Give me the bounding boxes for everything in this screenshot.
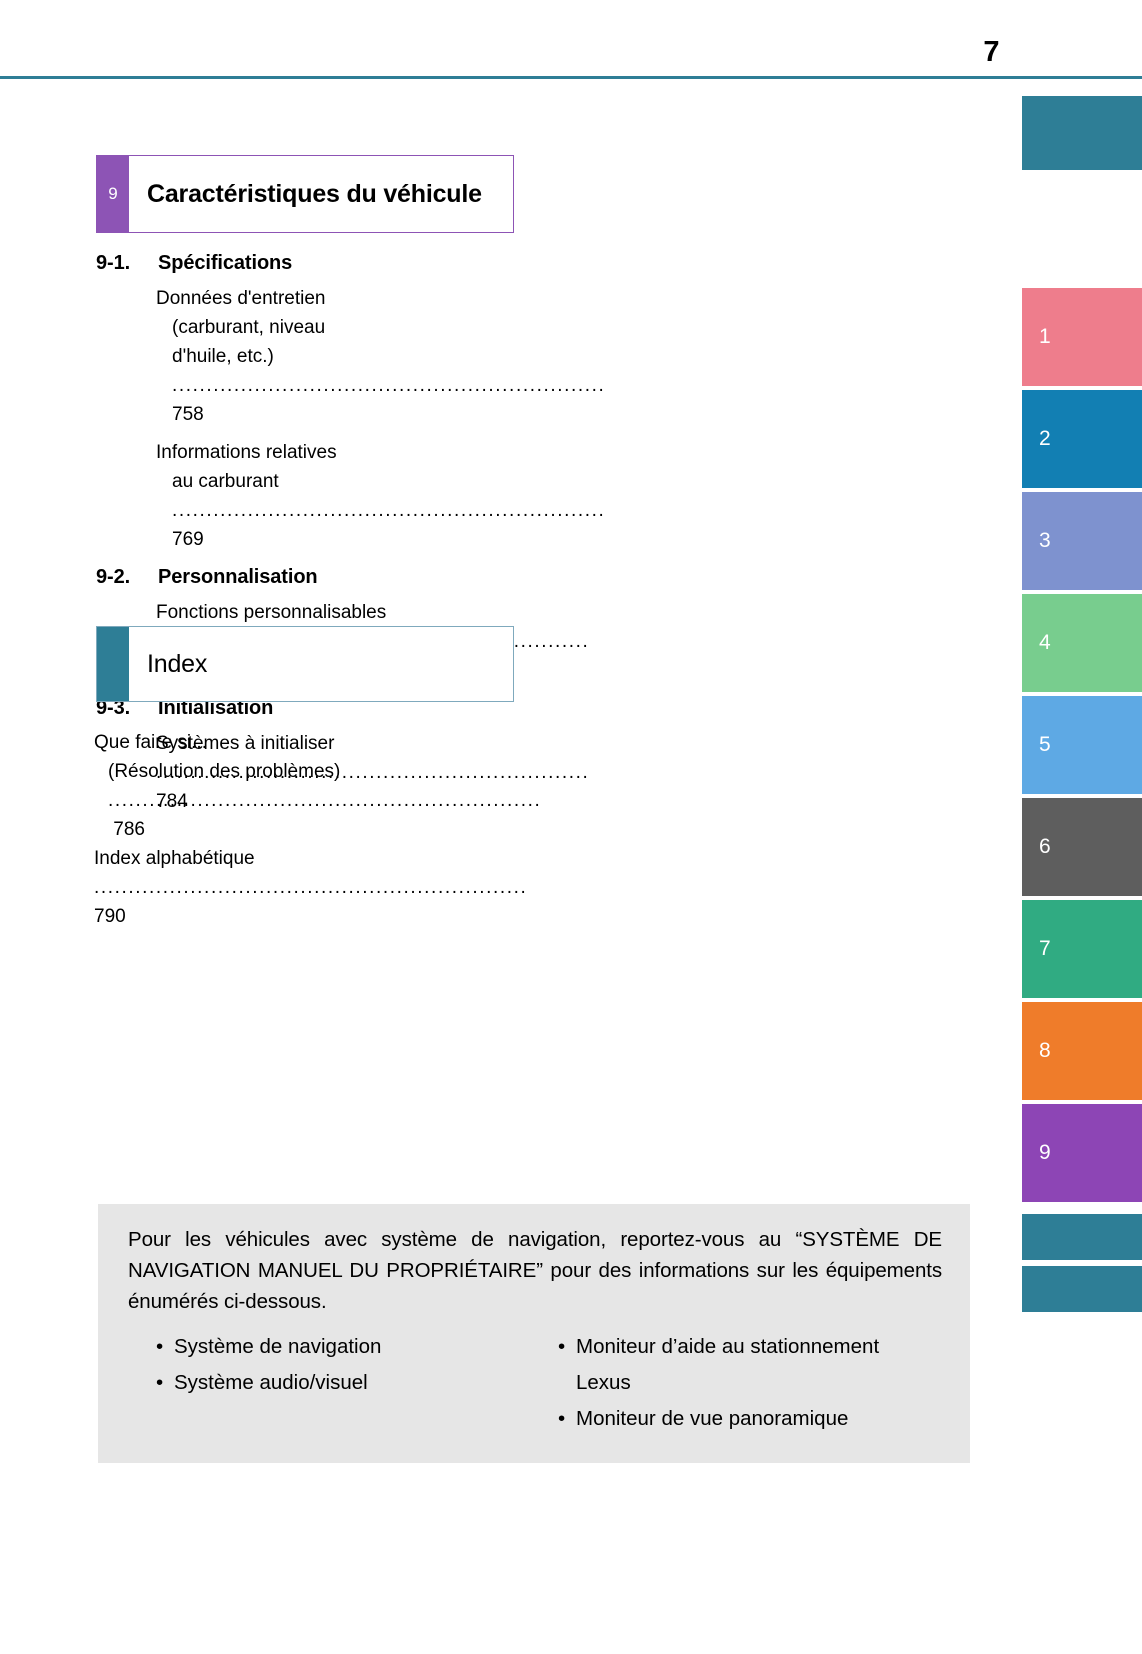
- index-entry[interactable]: Que faire si... (Résolution des problème…: [94, 728, 540, 844]
- toc-entry[interactable]: Données d'entretien (carburant, niveau d…: [96, 284, 604, 429]
- chapter-tab-9[interactable]: 9: [1022, 1104, 1142, 1202]
- leader-dots: ........................................…: [172, 500, 606, 521]
- toc-section-title: Spécifications: [158, 252, 293, 274]
- toc-section-heading: 9-1. Spécifications: [96, 252, 516, 275]
- notice-left-column: • Système de navigation • Système audio/…: [152, 1329, 540, 1437]
- chapter-title: Caractéristiques du véhicule: [147, 179, 482, 208]
- chapter-number-tab: 9: [97, 156, 129, 232]
- leader-dots: ........................................…: [108, 790, 542, 811]
- notice-item-text: Système de navigation: [174, 1335, 382, 1358]
- toc-section-heading: 9-2. Personnalisation: [96, 566, 516, 589]
- index-title: Index: [147, 649, 208, 678]
- leader-dots: ........................................…: [172, 375, 606, 396]
- chapter-tab-4[interactable]: 4: [1022, 594, 1142, 692]
- index-entry-text: Index alphabétique: [94, 848, 255, 869]
- chapter-tab-label: 7: [1039, 937, 1051, 960]
- header-rule: [0, 76, 1142, 79]
- chapter-title-box: 9 Caractéristiques du véhicule: [96, 155, 514, 233]
- chapter-tab-6[interactable]: 6: [1022, 798, 1142, 896]
- toc-entry-text: d'huile, etc.): [172, 346, 274, 367]
- toc-entry-text: Fonctions personnalisables: [156, 602, 387, 623]
- bullet-icon: •: [156, 1335, 164, 1358]
- notice-list-item: • Moniteur d’aide au stationnement Lexus: [554, 1329, 942, 1401]
- toc-entry-leader-line: au carburant ...........................…: [156, 467, 604, 554]
- chapter-tab-blank-10[interactable]: [1022, 1214, 1142, 1260]
- notice-columns: • Système de navigation • Système audio/…: [128, 1329, 942, 1437]
- chapter-tab-8[interactable]: 8: [1022, 1002, 1142, 1100]
- chapter-tab-label: 6: [1039, 835, 1051, 858]
- index-entry-leader-line: (Résolution des problèmes) .............…: [94, 757, 540, 844]
- document-page: 7 9 Caractéristiques du véhicule 9-1. Sp…: [0, 0, 1142, 1654]
- index-entry[interactable]: Index alphabétique .....................…: [94, 844, 526, 931]
- toc-section-number: 9-1.: [96, 252, 131, 274]
- bullet-icon: •: [156, 1371, 164, 1394]
- toc-section-number: 9-2.: [96, 566, 131, 588]
- chapter-tab-label: 5: [1039, 733, 1051, 756]
- notice-item-text: Moniteur d’aide au stationnement: [576, 1335, 880, 1358]
- toc-entry-page: 769: [172, 529, 204, 550]
- index-title-box: Index: [96, 626, 514, 702]
- chapter-tab-label: 1: [1039, 325, 1051, 348]
- index-accent-tab: [97, 627, 129, 701]
- chapter-tab-blank-11[interactable]: [1022, 1266, 1142, 1312]
- notice-list-item: • Moniteur de vue panoramique: [554, 1401, 942, 1437]
- notice-item-text: Système audio/visuel: [174, 1371, 368, 1394]
- toc-entry-page: 758: [172, 404, 204, 425]
- toc-entry-text: au carburant: [172, 471, 279, 492]
- notice-paragraph: Pour les véhicules avec système de navig…: [128, 1228, 942, 1313]
- chapter-tab-strip: 1 2 3 4 5 6 7 8 9: [1022, 0, 1142, 1654]
- leader-dots: ........................................…: [94, 877, 528, 898]
- index-entry-list: Que faire si... (Résolution des problème…: [94, 728, 540, 931]
- bullet-icon: •: [558, 1407, 566, 1430]
- chapter-tab-label: 4: [1039, 631, 1051, 654]
- index-entry-line: Que faire si...: [94, 732, 207, 753]
- index-entry-leader-line: Index alphabétique .....................…: [94, 844, 526, 931]
- navigation-notice-box: Pour les véhicules avec système de navig…: [98, 1204, 970, 1463]
- chapter-tab-3[interactable]: 3: [1022, 492, 1142, 590]
- page-number: 7: [983, 36, 1000, 68]
- chapter-number: 9: [108, 184, 118, 203]
- index-entry-page: 786: [108, 819, 145, 840]
- index-entry-text: (Résolution des problèmes): [108, 761, 341, 782]
- toc-entry-line: Informations relatives: [156, 442, 337, 463]
- notice-item-text: Moniteur de vue panoramique: [576, 1407, 849, 1430]
- index-entry-page: 790: [94, 906, 126, 927]
- chapter-tab-label: 9: [1039, 1141, 1051, 1164]
- toc-entry-line: Données d'entretien: [156, 288, 326, 309]
- chapter-tab-label: 3: [1039, 529, 1051, 552]
- notice-list-item: • Système audio/visuel: [152, 1365, 540, 1401]
- toc-entry[interactable]: Informations relatives au carburant ....…: [96, 438, 604, 554]
- chapter-tab-5[interactable]: 5: [1022, 696, 1142, 794]
- chapter-tab-7[interactable]: 7: [1022, 900, 1142, 998]
- chapter-tab-blank-0[interactable]: [1022, 96, 1142, 170]
- toc-section-title: Personnalisation: [158, 566, 318, 588]
- toc-entry-leader-line: d'huile, etc.) .........................…: [156, 342, 604, 429]
- chapter-tab-2[interactable]: 2: [1022, 390, 1142, 488]
- notice-right-column: • Moniteur d’aide au stationnement Lexus…: [540, 1329, 942, 1437]
- notice-item-subtext: Lexus: [576, 1371, 631, 1394]
- chapter-tab-label: 8: [1039, 1039, 1051, 1062]
- chapter-tab-label: 2: [1039, 427, 1051, 450]
- toc-entry-line: (carburant, niveau: [172, 317, 326, 338]
- chapter-tab-1[interactable]: 1: [1022, 288, 1142, 386]
- bullet-icon: •: [558, 1335, 566, 1358]
- notice-list-item: • Système de navigation: [152, 1329, 540, 1365]
